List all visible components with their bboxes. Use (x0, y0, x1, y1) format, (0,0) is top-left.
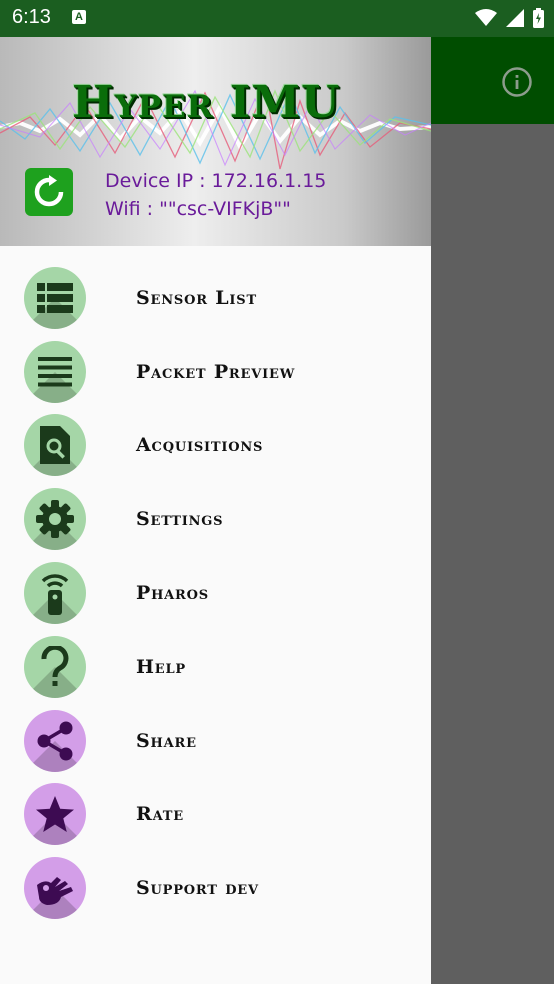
cell-signal-icon (505, 8, 524, 27)
question-icon (41, 645, 69, 686)
menu-item-pharos[interactable]: Pharos (0, 556, 431, 630)
lines-icon (38, 356, 72, 387)
support-dev-icon-badge (24, 857, 86, 920)
refresh-button[interactable] (25, 168, 73, 216)
status-bar: 6:13 A (0, 0, 554, 37)
menu-item-help[interactable]: Help (0, 630, 431, 704)
menu-item-settings[interactable]: Settings (0, 482, 431, 556)
pharos-icon-badge (24, 562, 86, 625)
battery-icon (533, 7, 544, 28)
app-logo: Hyper IMU (72, 77, 341, 128)
info-icon[interactable] (501, 66, 533, 102)
menu-label: Rate (136, 803, 184, 826)
menu-item-share[interactable]: Share (0, 704, 431, 778)
remote-icon (41, 574, 69, 616)
menu-label: Settings (136, 508, 224, 531)
rate-icon-badge (24, 783, 86, 846)
settings-icon-badge (24, 488, 86, 551)
status-icons (471, 7, 544, 28)
notification-icon: A (72, 10, 86, 24)
menu-label: Sensor List (136, 286, 257, 309)
navigation-drawer: Hyper IMU Device IP : 172.16.1.15 Wifi :… (0, 37, 431, 984)
packet-preview-icon-badge (24, 340, 86, 403)
menu-item-acquisitions[interactable]: Acquisitions (0, 409, 431, 483)
list-icon (37, 282, 73, 313)
share-icon (37, 721, 73, 761)
menu-label: Help (136, 655, 186, 678)
menu-label: Packet Preview (136, 360, 296, 383)
menu-label: Support dev (136, 877, 259, 900)
menu-item-sensor-list[interactable]: Sensor List (0, 261, 431, 335)
hand-ok-icon (37, 877, 73, 906)
help-icon-badge (24, 635, 86, 698)
status-time: 6:13 (12, 6, 51, 28)
acquisitions-icon-badge (24, 414, 86, 477)
gear-icon (36, 500, 74, 539)
drawer-menu: Sensor List Packet Preview Acquisitions … (0, 261, 431, 925)
menu-item-packet-preview[interactable]: Packet Preview (0, 335, 431, 409)
refresh-icon (34, 175, 64, 207)
sensor-list-icon-badge (24, 266, 86, 329)
menu-item-support-dev[interactable]: Support dev (0, 851, 431, 925)
wifi-icon (474, 8, 497, 26)
file-search-icon (40, 426, 70, 465)
menu-label: Pharos (136, 582, 209, 605)
star-icon (36, 796, 74, 833)
menu-item-rate[interactable]: Rate (0, 778, 431, 852)
device-info: Device IP : 172.16.1.15 Wifi : ""csc-VIF… (105, 167, 326, 223)
wifi-ssid: Wifi : ""csc-VIFKjB"" (105, 198, 291, 220)
drawer-header: Hyper IMU Device IP : 172.16.1.15 Wifi :… (0, 37, 431, 246)
device-ip: Device IP : 172.16.1.15 (105, 170, 327, 192)
menu-label: Acquisitions (136, 434, 264, 457)
menu-label: Share (136, 729, 197, 752)
share-icon-badge (24, 709, 86, 772)
